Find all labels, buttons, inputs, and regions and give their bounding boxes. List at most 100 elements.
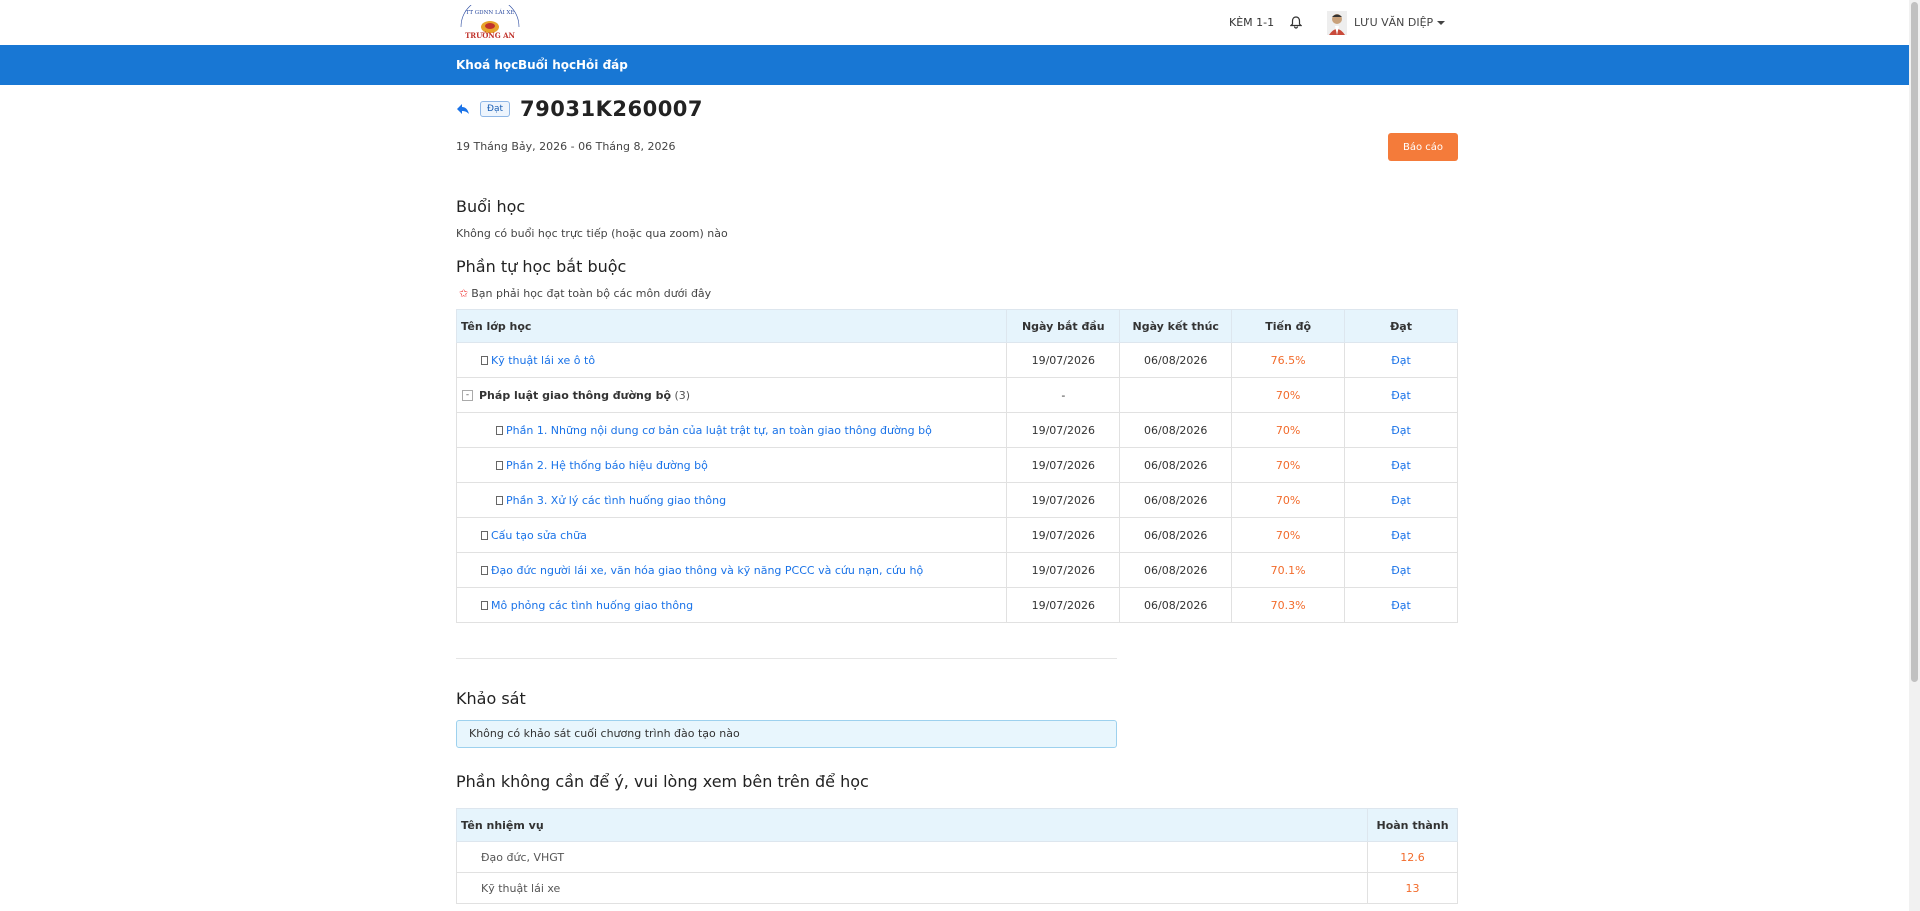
svg-text:TT GDNN LÁI XE: TT GDNN LÁI XE (466, 9, 515, 16)
start-date: 19/07/2026 (1006, 482, 1121, 518)
document-icon (496, 460, 503, 470)
status-badge: Đạt (480, 101, 511, 117)
school-logo[interactable]: TT GDNN LÁI XE TRƯỜNG AN (455, 5, 525, 41)
progress-value: 70% (1231, 482, 1346, 518)
document-icon (481, 530, 488, 540)
table-header-row: Tên lớp học Ngày bắt đầu Ngày kết thúc T… (455, 309, 1458, 343)
progress-value: 70% (1231, 447, 1346, 483)
mandatory-note-text: Bạn phải học đạt toàn bộ các môn dưới đâ… (471, 287, 712, 300)
col-start-date: Ngày bắt đầu (1006, 309, 1121, 343)
class-link[interactable]: Phần 1. Những nội dung cơ bản của luật t… (506, 424, 932, 437)
class-link[interactable]: Phần 3. Xử lý các tình huống giao thông (506, 494, 726, 507)
table-row: Đạo đức, VHGT 12.6 (455, 841, 1458, 873)
nav-item-sessions[interactable]: Buổi học (518, 45, 576, 85)
start-date: - (1006, 377, 1121, 413)
completion-value: 12.6 (1367, 841, 1458, 873)
survey-heading: Khảo sát (456, 689, 526, 708)
course-title-row: Đạt 79031K260007 (456, 97, 703, 121)
scrollbar-thumb[interactable] (1911, 2, 1918, 682)
star-icon: ✩ (459, 287, 469, 300)
col-progress: Tiến độ (1231, 309, 1346, 343)
start-date: 19/07/2026 (1006, 342, 1121, 378)
sessions-empty-text: Không có buổi học trực tiếp (hoặc qua zo… (456, 227, 728, 240)
table-row-group: - Pháp luật giao thông đường bộ (3) - 70%… (455, 377, 1458, 413)
progress-value: 76.5% (1231, 342, 1346, 378)
mandatory-heading: Phần tự học bắt buộc (456, 257, 627, 276)
progress-value: 70% (1231, 517, 1346, 553)
pass-status[interactable]: Đạt (1344, 412, 1458, 448)
pass-status[interactable]: Đạt (1344, 517, 1458, 553)
mandatory-note: ✩ Bạn phải học đạt toàn bộ các môn dưới đ… (459, 287, 711, 300)
document-icon (481, 565, 488, 575)
table-row: Kỹ thuật lái xe ô tô 19/07/2026 06/08/20… (455, 342, 1458, 378)
task-name: Đạo đức, VHGT (455, 841, 1369, 873)
pass-status[interactable]: Đạt (1344, 447, 1458, 483)
end-date: 06/08/2026 (1119, 447, 1233, 483)
optional-heading: Phần không cần để ý, vui lòng xem bên tr… (456, 772, 869, 791)
progress-value: 70% (1231, 412, 1346, 448)
avatar (1327, 10, 1347, 35)
table-row: Kỹ thuật lái xe 13 (455, 872, 1458, 904)
progress-value: 70.1% (1231, 552, 1346, 588)
completion-value: 13 (1367, 872, 1458, 904)
document-icon (481, 355, 488, 365)
caret-down-icon[interactable] (1437, 20, 1446, 25)
end-date: 06/08/2026 (1119, 517, 1233, 553)
table-row: Cấu tạo sửa chữa 19/07/2026 06/08/2026 7… (455, 517, 1458, 553)
page-scrollbar[interactable] (1909, 0, 1920, 911)
table-row: Phần 3. Xử lý các tình huống giao thông … (455, 482, 1458, 518)
pass-status[interactable]: Đạt (1344, 342, 1458, 378)
pass-status[interactable]: Đạt (1344, 482, 1458, 518)
end-date: 06/08/2026 (1119, 587, 1233, 623)
survey-empty-alert: Không có khảo sát cuối chương trình đào … (456, 720, 1117, 748)
group-name: Pháp luật giao thông đường bộ (479, 388, 671, 402)
user-name[interactable]: LƯU VĂN DIỆP (1354, 16, 1433, 29)
col-class-name: Tên lớp học (455, 309, 1008, 343)
table-row: Đạo đức người lái xe, văn hóa giao thông… (455, 552, 1458, 588)
group-count: (3) (674, 388, 691, 402)
document-icon (481, 600, 488, 610)
class-link[interactable]: Đạo đức người lái xe, văn hóa giao thông… (491, 564, 923, 577)
nav-item-courses[interactable]: Khoá học (456, 45, 518, 85)
svg-text:TRƯỜNG AN: TRƯỜNG AN (465, 31, 515, 40)
course-date-range: 19 Tháng Bảy, 2026 - 06 Tháng 8, 2026 (456, 140, 676, 153)
col-task-name: Tên nhiệm vụ (455, 808, 1369, 842)
top-header: TT GDNN LÁI XE TRƯỜNG AN KÈM 1-1 LƯU VĂN… (0, 0, 1909, 45)
col-completed: Hoàn thành (1367, 808, 1458, 842)
class-link[interactable]: Mô phỏng các tình huống giao thông (491, 599, 693, 612)
col-end-date: Ngày kết thúc (1119, 309, 1233, 343)
start-date: 19/07/2026 (1006, 587, 1121, 623)
class-link[interactable]: Kỹ thuật lái xe ô tô (491, 354, 595, 367)
sessions-heading: Buổi học (456, 197, 526, 216)
start-date: 19/07/2026 (1006, 552, 1121, 588)
mandatory-table: Tên lớp học Ngày bắt đầu Ngày kết thúc T… (455, 309, 1458, 623)
pass-status[interactable]: Đạt (1344, 377, 1458, 413)
end-date: 06/08/2026 (1119, 342, 1233, 378)
collapse-toggle-icon[interactable]: - (462, 390, 473, 401)
table-row: Mô phỏng các tình huống giao thông 19/07… (455, 587, 1458, 623)
progress-value: 70.3% (1231, 587, 1346, 623)
back-arrow-icon[interactable] (456, 102, 470, 116)
table-row: Phần 1. Những nội dung cơ bản của luật t… (455, 412, 1458, 448)
start-date: 19/07/2026 (1006, 447, 1121, 483)
nav-item-qa[interactable]: Hỏi đáp (576, 45, 628, 85)
document-icon (496, 425, 503, 435)
start-date: 19/07/2026 (1006, 517, 1121, 553)
user-menu[interactable]: LƯU VĂN DIỆP (1327, 0, 1446, 45)
notification-bell-icon[interactable] (1290, 0, 1302, 45)
kem-1-1-link[interactable]: KÈM 1-1 (1229, 0, 1274, 45)
pass-status[interactable]: Đạt (1344, 587, 1458, 623)
end-date: 06/08/2026 (1119, 552, 1233, 588)
col-pass: Đạt (1344, 309, 1458, 343)
end-date (1119, 377, 1233, 413)
report-button[interactable]: Báo cáo (1388, 133, 1458, 161)
table-row: Phần 2. Hệ thống báo hiệu đường bộ 19/07… (455, 447, 1458, 483)
pass-status[interactable]: Đạt (1344, 552, 1458, 588)
end-date: 06/08/2026 (1119, 482, 1233, 518)
progress-value: 70% (1231, 377, 1346, 413)
class-link[interactable]: Phần 2. Hệ thống báo hiệu đường bộ (506, 459, 708, 472)
class-link[interactable]: Cấu tạo sửa chữa (491, 529, 587, 542)
end-date: 06/08/2026 (1119, 412, 1233, 448)
section-divider (456, 658, 1117, 659)
page-title: 79031K260007 (520, 97, 704, 121)
